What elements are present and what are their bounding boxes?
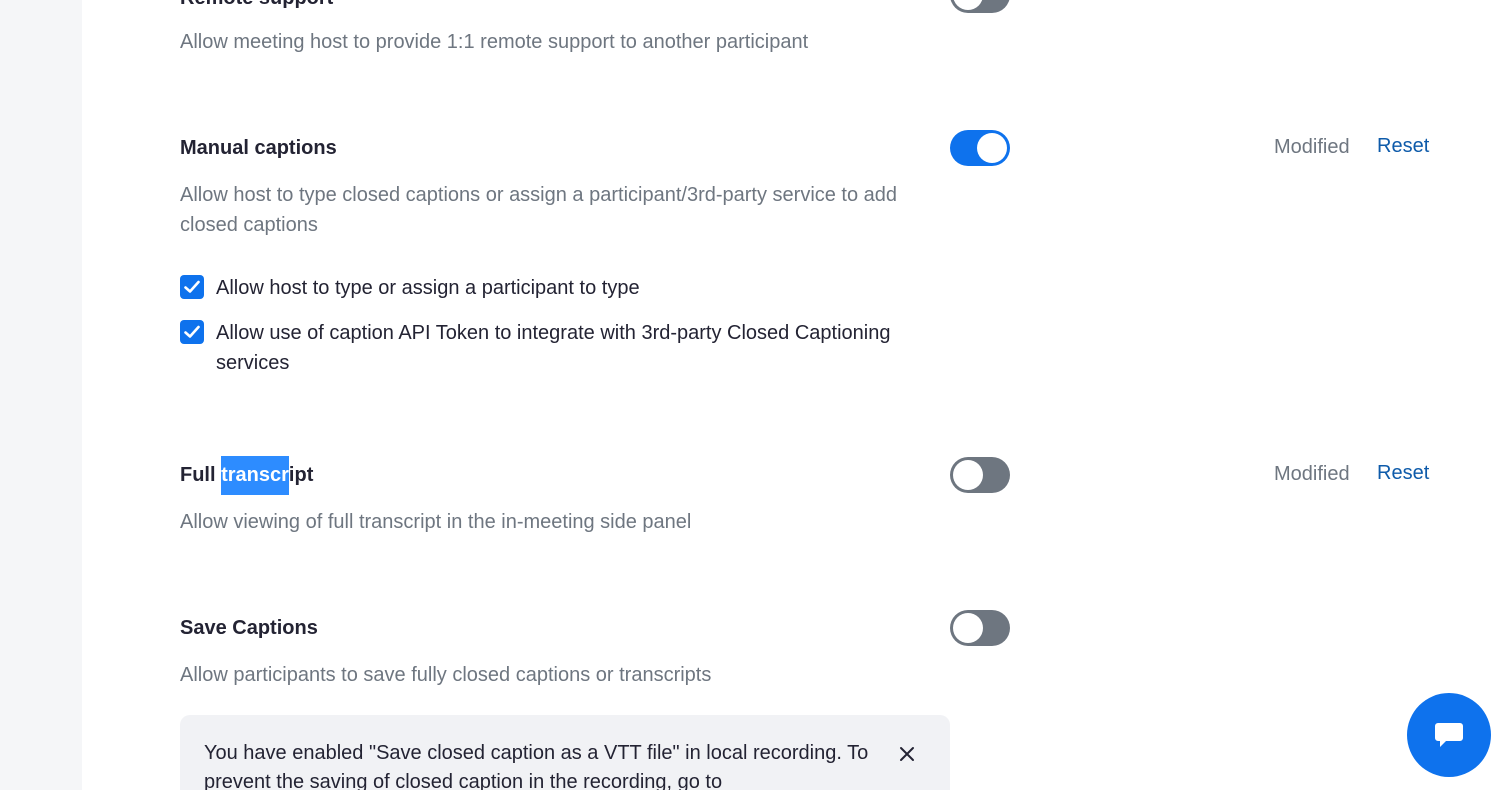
settings-page: Remote support Allow meeting host to pro… [0,0,1493,790]
remote-support-title: Remote support [180,0,333,10]
checkbox-checked[interactable] [180,275,204,299]
title-text: ipt [288,464,314,486]
save-captions-title: Save Captions [180,617,318,639]
full-transcript-description: Allow viewing of full transcript in the … [180,511,692,533]
selected-text-highlight: transcr [221,456,289,495]
settings-content: Remote support Allow meeting host to pro… [82,0,1493,790]
manual-captions-toggle[interactable] [950,130,1010,166]
checkmark-icon [184,325,200,338]
title-text: Full [180,464,222,486]
left-sidebar [0,0,82,790]
chat-support-button[interactable] [1407,693,1491,777]
notice-text: You have enabled "Save closed caption as… [204,742,869,790]
chat-bubble-icon [1435,723,1463,747]
caption-option-label: Allow host to type or assign a participa… [216,277,640,299]
checkbox-checked[interactable] [180,320,204,344]
save-captions-toggle[interactable] [950,610,1010,646]
toggle-knob [977,133,1007,163]
save-captions-description: Allow participants to save fully closed … [180,664,712,686]
vtt-notice-banner: You have enabled "Save closed caption as… [180,715,950,790]
checkmark-icon [184,280,200,293]
caption-option-label: Allow use of caption API Token to integr… [216,322,891,374]
close-icon[interactable] [896,743,918,765]
manual-captions-reset-link[interactable]: Reset [1377,135,1429,158]
toggle-knob [953,0,983,10]
manual-captions-modified-label: Modified [1274,136,1350,158]
full-transcript-toggle[interactable] [950,457,1010,493]
remote-support-toggle[interactable] [950,0,1010,13]
toggle-knob [953,613,983,643]
manual-captions-description: Allow host to type closed captions or as… [180,184,898,236]
manual-captions-title: Manual captions [180,137,337,159]
toggle-knob [953,460,983,490]
full-transcript-modified-label: Modified [1274,463,1350,485]
remote-support-description: Allow meeting host to provide 1:1 remote… [180,31,809,53]
full-transcript-title: Full transcript [180,456,314,495]
full-transcript-reset-link[interactable]: Reset [1377,462,1429,485]
